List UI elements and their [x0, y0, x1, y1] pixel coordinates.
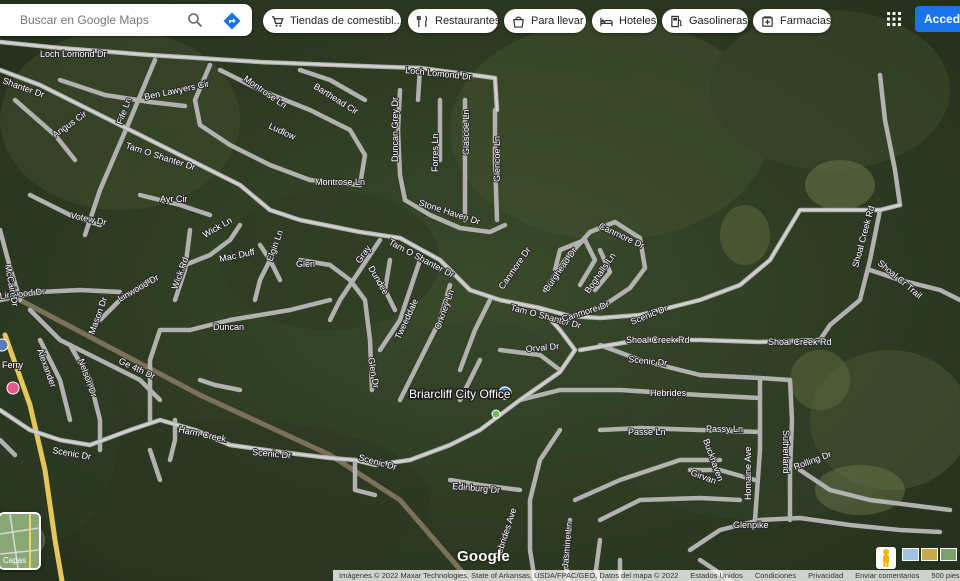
feedback-link[interactable]: Enviar comentarios	[849, 571, 925, 580]
chip-label: Tiendas de comestibl...	[290, 15, 403, 27]
privacy-link[interactable]: Privacidad	[802, 571, 849, 580]
chip-restaurants[interactable]: Restaurantes	[408, 9, 501, 33]
gas-pump-icon	[671, 15, 683, 27]
street-label: Glenpike	[733, 520, 769, 530]
chip-gas-stations[interactable]: Gasolineras	[662, 9, 748, 33]
pegman-icon	[883, 549, 889, 567]
apps-grid-icon[interactable]	[886, 11, 902, 27]
street-label: Duncan	[213, 322, 244, 332]
imagery-thumbnails	[902, 548, 957, 561]
chip-label: Farmacias	[780, 15, 832, 27]
chip-pharmacies[interactable]: Farmacias	[753, 9, 831, 33]
chip-label: Hoteles	[619, 15, 657, 27]
street-label: Hebrides	[650, 388, 687, 398]
directions-icon[interactable]	[222, 11, 242, 31]
street-label: Sutherland	[781, 430, 791, 474]
terms-link[interactable]: Condiciones	[749, 571, 802, 580]
search-input[interactable]	[18, 12, 182, 28]
imagery-credit: Imágenes © 2022 Maxar Technologies, Stat…	[339, 571, 679, 580]
layers-button[interactable]: Capas	[0, 512, 41, 570]
thumbnail[interactable]	[902, 548, 919, 561]
takeout-bag-icon	[513, 15, 524, 28]
street-label: Glen	[296, 259, 315, 269]
street-label: Duncan Grey Dr	[390, 97, 400, 162]
street-label: Glencoe Ln	[492, 136, 502, 182]
street-label: Forres Ln	[430, 133, 440, 172]
chip-groceries[interactable]: Tiendas de comestibl...	[263, 9, 403, 33]
pharmacy-icon	[762, 15, 773, 27]
scale-label[interactable]: 500 pies	[925, 571, 960, 580]
thumbnail[interactable]	[940, 548, 957, 561]
chip-label: Para llevar	[531, 15, 584, 27]
street-label: Shoal Creek Rd	[768, 337, 832, 347]
chip-label: Gasolineras	[689, 15, 748, 27]
street-label: Ferry	[2, 360, 23, 370]
street-label: Montrose Ln	[315, 177, 365, 187]
street-label: Passy Ln	[706, 424, 743, 434]
street-label: Glascoe Ln	[461, 109, 471, 155]
bed-icon	[600, 17, 613, 26]
layers-label: Capas	[3, 556, 27, 565]
chip-takeout[interactable]: Para llevar	[504, 9, 586, 33]
thumbnail[interactable]	[921, 548, 938, 561]
shopping-marker-icon	[6, 381, 20, 395]
satellite-map[interactable]: Loch Lomond Dr Loch Lomond Dr Shanter Dr…	[0, 0, 960, 581]
place-marker-icon	[0, 338, 9, 352]
street-label: Loch Lomond Dr	[40, 49, 107, 59]
pegman-button[interactable]	[876, 547, 896, 569]
google-logo: Google	[457, 548, 510, 565]
poi-pin-left[interactable]	[6, 381, 20, 395]
search-box[interactable]	[0, 4, 252, 36]
chip-hotels[interactable]: Hoteles	[592, 9, 657, 33]
cart-icon	[271, 15, 284, 27]
street-label: Shoal Creek Rd	[626, 335, 690, 345]
park-marker-icon	[491, 409, 501, 419]
poi-label: Briarcliff City Office	[409, 387, 511, 401]
street-label: Ayr Cir	[160, 194, 187, 204]
region-link[interactable]: Estados Unidos	[684, 571, 749, 580]
street-label: Passe Ln	[628, 427, 666, 437]
sign-in-button[interactable]: Acceder	[915, 6, 960, 32]
fork-knife-icon	[416, 14, 428, 27]
street-label: Homaine Ave	[743, 447, 753, 500]
chip-label: Restaurantes	[435, 15, 501, 27]
search-icon[interactable]	[187, 12, 203, 28]
map-footer: Imágenes © 2022 Maxar Technologies, Stat…	[333, 570, 960, 581]
